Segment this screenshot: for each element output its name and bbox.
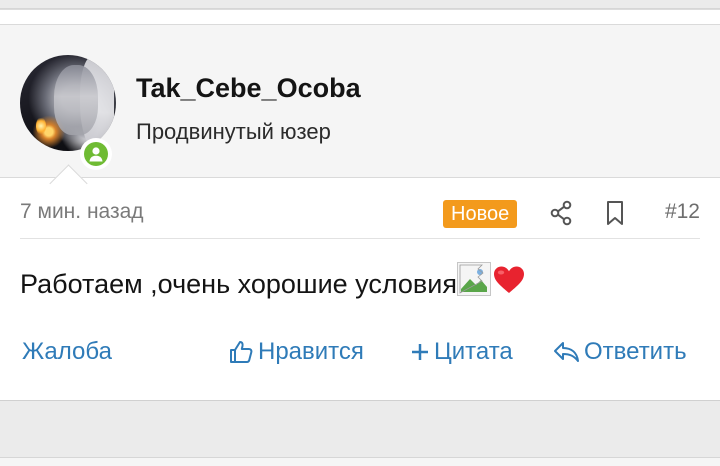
online-status-badge bbox=[80, 138, 112, 170]
post-text: Работаем ,очень хорошие условия bbox=[20, 269, 457, 299]
online-user-icon bbox=[89, 147, 103, 162]
bookmark-icon[interactable] bbox=[604, 200, 626, 231]
reply-arrow-icon bbox=[554, 342, 579, 362]
post-meta-bar: 7 мин. назад Новое #12 bbox=[20, 190, 700, 239]
post-author-header: Tak_Cebe_Ocoba Продвинутый юзер bbox=[0, 24, 720, 178]
report-button[interactable]: Жалоба bbox=[22, 334, 112, 370]
plus-icon bbox=[412, 344, 428, 360]
new-badge: Новое bbox=[443, 200, 518, 228]
user-title: Продвинутый юзер bbox=[136, 119, 331, 144]
reply-button[interactable]: Ответить bbox=[552, 334, 687, 370]
post-message: Работаем ,очень хорошие условия bbox=[20, 262, 526, 302]
broken-image-icon bbox=[456, 262, 491, 296]
like-label: Нравится bbox=[258, 338, 364, 365]
username[interactable]: Tak_Cebe_Ocoba bbox=[136, 73, 361, 104]
avatar-face bbox=[54, 65, 98, 135]
heart-emoji-icon bbox=[492, 265, 526, 302]
bottom-edge bbox=[0, 458, 720, 466]
next-post-separator bbox=[0, 401, 720, 458]
quote-button[interactable]: Цитата bbox=[410, 334, 513, 370]
post-timestamp[interactable]: 7 мин. назад bbox=[20, 200, 144, 224]
top-separator bbox=[0, 0, 720, 9]
avatar-light bbox=[36, 117, 46, 135]
quote-label: Цитата bbox=[434, 338, 513, 365]
like-button[interactable]: Нравится bbox=[228, 334, 364, 370]
report-label: Жалоба bbox=[22, 338, 112, 365]
post-number[interactable]: #12 bbox=[665, 200, 700, 224]
user-avatar[interactable] bbox=[20, 55, 116, 151]
share-icon[interactable] bbox=[549, 200, 573, 231]
reply-label: Ответить bbox=[584, 338, 687, 365]
thumbs-up-icon bbox=[230, 341, 253, 363]
post-actions: Жалоба Нравится Цитата Ответить bbox=[20, 334, 700, 370]
